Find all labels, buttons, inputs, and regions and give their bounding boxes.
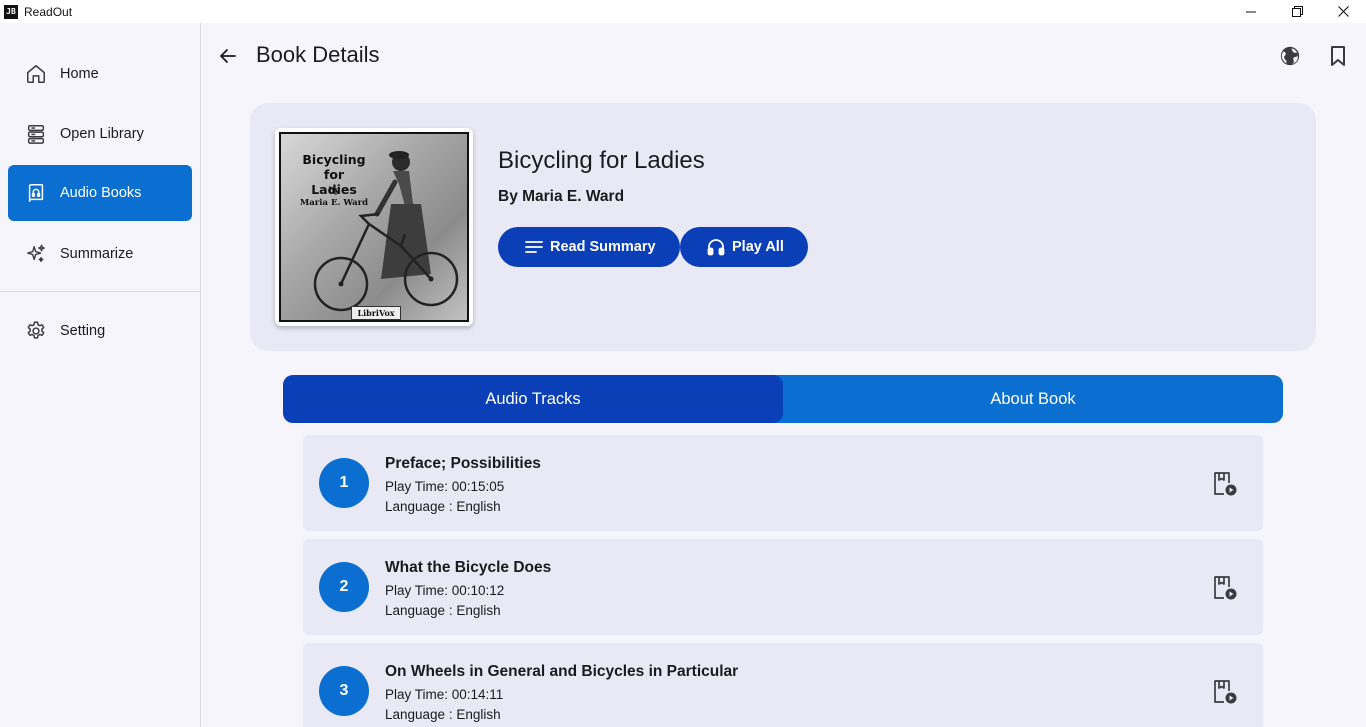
lines-icon bbox=[524, 237, 544, 257]
track-play-time: Play Time: 00:10:12 bbox=[385, 583, 505, 598]
tab-about-book[interactable]: About Book bbox=[783, 375, 1283, 423]
sidebar-item-audio-books[interactable]: Audio Books bbox=[8, 165, 192, 221]
track-language: Language : English bbox=[385, 707, 501, 722]
app-title: ReadOut bbox=[24, 4, 73, 19]
sidebar-item-label: Home bbox=[60, 66, 99, 82]
track-title: On Wheels in General and Bicycles in Par… bbox=[385, 663, 739, 680]
sparkle-icon bbox=[24, 242, 48, 266]
track-row[interactable]: 1 Preface; Possibilities Play Time: 00:1… bbox=[303, 435, 1263, 531]
headphones-icon bbox=[706, 237, 726, 257]
globe-button[interactable] bbox=[1276, 42, 1304, 70]
track-number: 1 bbox=[319, 458, 369, 508]
play-all-button[interactable]: Play All bbox=[680, 227, 808, 267]
title-bar: JB ReadOut bbox=[0, 0, 1366, 23]
close-icon bbox=[1337, 6, 1349, 17]
track-row[interactable]: 2 What the Bicycle Does Play Time: 00:10… bbox=[303, 539, 1263, 635]
play-track-button[interactable] bbox=[1209, 469, 1239, 499]
track-play-time: Play Time: 00:15:05 bbox=[385, 479, 505, 494]
close-button[interactable] bbox=[1320, 0, 1366, 23]
track-row[interactable]: 3 On Wheels in General and Bicycles in P… bbox=[303, 643, 1263, 727]
track-play-time: Play Time: 00:14:11 bbox=[385, 687, 504, 702]
play-file-icon bbox=[1214, 576, 1237, 600]
gear-icon bbox=[24, 319, 48, 343]
arrow-left-icon bbox=[220, 49, 236, 63]
sidebar-divider bbox=[0, 291, 200, 292]
home-icon bbox=[24, 62, 48, 86]
book-cover-image: Bicycling for Ladies by Maria E. Ward Li… bbox=[279, 132, 469, 322]
restore-icon bbox=[1291, 6, 1303, 17]
play-file-icon bbox=[1214, 472, 1237, 496]
cover-author: Maria E. Ward bbox=[299, 198, 369, 208]
play-file-icon bbox=[1214, 680, 1237, 704]
cover-by: by bbox=[328, 186, 340, 196]
play-all-label: Play All bbox=[732, 239, 784, 255]
sidebar-item-open-library[interactable]: Open Library bbox=[8, 106, 192, 162]
sidebar: Home Open Library Audio Books Summarize … bbox=[0, 23, 201, 727]
sidebar-item-home[interactable]: Home bbox=[8, 46, 192, 102]
sidebar-item-summarize[interactable]: Summarize bbox=[8, 226, 192, 282]
book-details-card: Bicycling for Ladies by Maria E. Ward Li… bbox=[250, 103, 1316, 351]
globe-icon bbox=[1280, 46, 1300, 66]
page-title: Book Details bbox=[256, 42, 380, 67]
minimize-button[interactable] bbox=[1228, 0, 1274, 23]
library-icon bbox=[24, 122, 48, 146]
back-button[interactable] bbox=[214, 42, 242, 70]
sidebar-item-label: Setting bbox=[60, 323, 106, 339]
window-controls bbox=[1228, 0, 1366, 23]
restore-button[interactable] bbox=[1274, 0, 1320, 23]
book-author: By Maria E. Ward bbox=[498, 188, 625, 205]
track-language: Language : English bbox=[385, 499, 501, 514]
book-cover: Bicycling for Ladies by Maria E. Ward Li… bbox=[275, 128, 473, 326]
track-language: Language : English bbox=[385, 603, 501, 618]
read-summary-button[interactable]: Read Summary bbox=[498, 227, 680, 267]
sidebar-item-setting[interactable]: Setting bbox=[8, 303, 192, 359]
sidebar-item-label: Audio Books bbox=[60, 185, 142, 201]
tab-audio-tracks[interactable]: Audio Tracks bbox=[283, 375, 783, 423]
sidebar-item-label: Open Library bbox=[60, 126, 144, 142]
sidebar-item-label: Summarize bbox=[60, 246, 134, 262]
track-number: 3 bbox=[319, 666, 369, 716]
track-title: Preface; Possibilities bbox=[385, 455, 541, 472]
track-number: 2 bbox=[319, 562, 369, 612]
read-summary-label: Read Summary bbox=[550, 239, 656, 255]
bookmark-button[interactable] bbox=[1324, 42, 1352, 70]
play-track-button[interactable] bbox=[1209, 573, 1239, 603]
cover-publisher: LibriVox bbox=[351, 306, 401, 320]
minimize-icon bbox=[1246, 11, 1256, 12]
track-title: What the Bicycle Does bbox=[385, 559, 552, 576]
book-title: Bicycling for Ladies bbox=[498, 147, 705, 174]
audiobook-icon bbox=[24, 181, 48, 205]
play-track-button[interactable] bbox=[1209, 677, 1239, 707]
tab-bar: Audio Tracks About Book bbox=[283, 375, 1283, 423]
bookmark-icon bbox=[1331, 46, 1345, 66]
app-logo: JB bbox=[4, 4, 18, 19]
